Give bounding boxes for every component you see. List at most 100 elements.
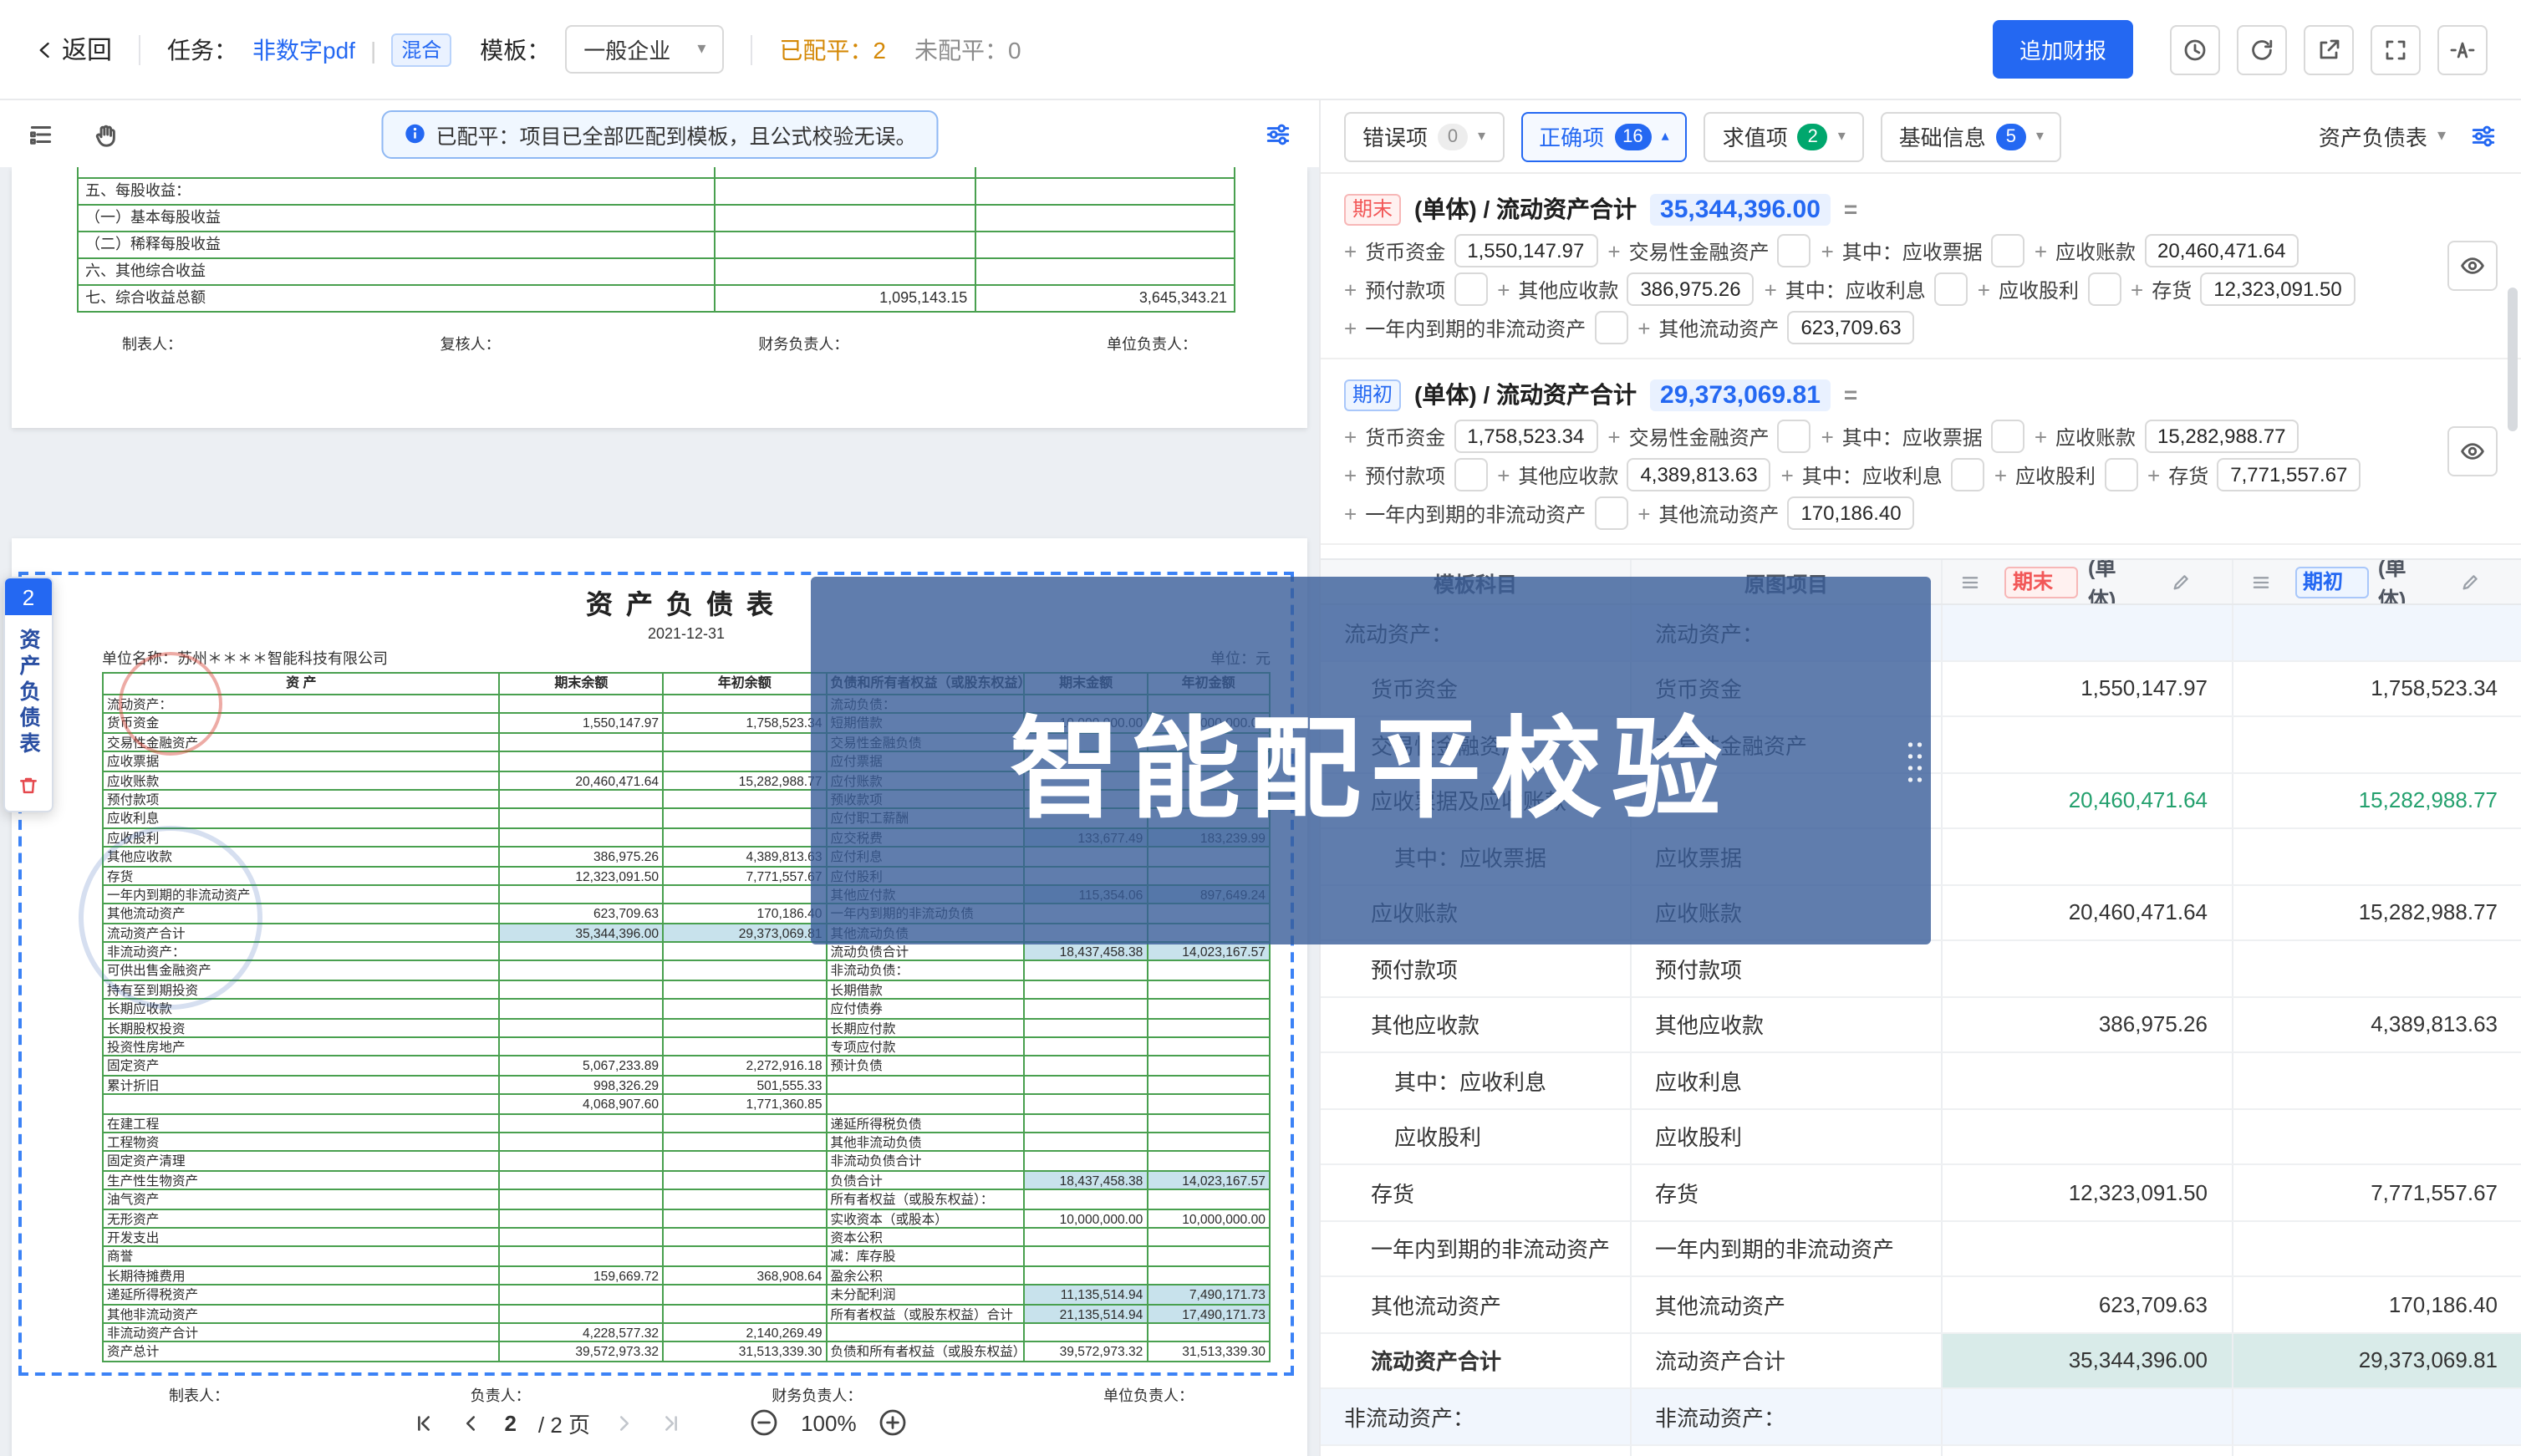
term-value-box[interactable]: 1,758,523.34 <box>1454 420 1597 453</box>
term-value-box[interactable] <box>1454 458 1487 491</box>
correct-count-badge: 16 <box>1614 123 1652 150</box>
outline-icon <box>27 120 55 148</box>
template-value: 一般企业 <box>583 33 670 65</box>
edit-column-button[interactable] <box>2459 571 2504 593</box>
sheet-selector[interactable]: 资产负债表 ▾ <box>2319 120 2446 152</box>
term-value-box[interactable] <box>1778 420 1811 453</box>
formula-term: + 其中：应收票据 <box>1821 234 2024 267</box>
back-button[interactable]: 返回 <box>33 32 112 67</box>
term-value-box[interactable]: 386,975.26 <box>1627 272 1754 306</box>
table-row[interactable]: 存货 存货 12,323,091.50 7,771,557.67 <box>1321 1165 2521 1221</box>
pan-tool-button[interactable] <box>92 120 120 148</box>
term-value-box[interactable]: 170,186.40 <box>1787 496 1914 530</box>
watermark-text: 智能配平校验 <box>1010 680 1732 841</box>
edit-column-button[interactable] <box>2169 571 2214 593</box>
term-value-box[interactable] <box>2087 272 2121 306</box>
app-root: 返回 任务： 非数字pdf | 混合 模板： 一般企业 ▾ 已配平：2 未配平：… <box>0 0 2521 1456</box>
formula-term: + 预付款项 <box>1344 458 1487 491</box>
balanced-status: 已配平：2 <box>779 33 886 66</box>
term-value-box[interactable] <box>1778 234 1811 267</box>
term-value-box[interactable]: 7,771,557.67 <box>2217 458 2361 491</box>
list-icon[interactable] <box>1959 571 2004 593</box>
filter-evaluated[interactable]: 求值项 2 ▾ <box>1704 111 1864 161</box>
plus-sign: + <box>2035 238 2047 263</box>
formula-term: + 存货 12,323,091.50 <box>2131 272 2355 306</box>
filter-correct[interactable]: 正确项 16 ▴ <box>1520 111 1688 161</box>
table-row[interactable]: 其他流动资产 其他流动资产 623,709.63 170,186.40 <box>1321 1277 2521 1333</box>
chevron-down-icon: ▾ <box>2437 127 2446 145</box>
locate-on-document-button[interactable] <box>2447 241 2498 291</box>
fullscreen-button[interactable] <box>2371 24 2421 74</box>
formula-scope: (单体) / 流动资产合计 <box>1414 378 1637 411</box>
table-row[interactable]: 应收股利 应收股利 <box>1321 1109 2521 1165</box>
mapping-settings-button[interactable] <box>2469 122 2498 150</box>
current-page[interactable]: 2 <box>504 1410 516 1435</box>
term-value-box[interactable]: 15,282,988.77 <box>2144 420 2299 453</box>
term-value-box[interactable]: 623,709.63 <box>1787 311 1914 344</box>
term-value-box[interactable] <box>1594 311 1627 344</box>
term-value-box[interactable] <box>1454 272 1487 306</box>
next-page-button[interactable] <box>612 1410 637 1435</box>
first-page-button[interactable] <box>410 1410 435 1435</box>
formula-term: + 交易性金融资产 <box>1607 234 1811 267</box>
formula-term: + 交易性金融资产 <box>1607 420 1811 453</box>
term-value-box[interactable] <box>1991 420 2024 453</box>
outline-tool-button[interactable] <box>27 120 55 148</box>
template-subject-cell: 预付款项 <box>1321 953 1458 985</box>
add-report-button[interactable]: 追加财报 <box>1993 20 2133 79</box>
plus-sign: + <box>1781 462 1794 487</box>
plus-sign: + <box>1765 277 1777 302</box>
closing-value-cell: 386,975.26 <box>2099 1012 2231 1037</box>
plus-sign: + <box>1607 238 1620 263</box>
locate-on-document-button[interactable] <box>2447 426 2498 476</box>
term-value-box[interactable] <box>1594 496 1627 530</box>
chevron-right-icon <box>612 1410 637 1435</box>
refresh-button[interactable] <box>2237 24 2287 74</box>
term-value-box[interactable] <box>1991 234 2024 267</box>
prev-page-button[interactable] <box>457 1410 482 1435</box>
drag-handle-icon[interactable] <box>1906 739 1924 782</box>
fullscreen-icon <box>2382 36 2409 63</box>
zoom-in-button[interactable] <box>879 1408 909 1438</box>
term-value-box[interactable] <box>2104 458 2137 491</box>
pencil-icon <box>2459 571 2481 593</box>
table-row[interactable]: 流动资产合计 流动资产合计 35,344,396.00 29,373,069.8… <box>1321 1333 2521 1389</box>
opening-value-cell: 4,389,813.63 <box>2371 1012 2521 1037</box>
formula-term: + 其他流动资产 170,186.40 <box>1637 496 1914 530</box>
table-row[interactable]: 其他应收款 其他应收款 386,975.26 4,389,813.63 <box>1321 997 2521 1053</box>
term-value-box[interactable]: 20,460,471.64 <box>2144 234 2299 267</box>
table-row[interactable]: 预付款项 预付款项 <box>1321 941 2521 997</box>
first-page-icon <box>410 1410 435 1435</box>
term-value-box[interactable]: 1,550,147.97 <box>1454 234 1597 267</box>
template-select[interactable]: 一般企业 ▾ <box>565 25 724 74</box>
sheet-tab-balance-sheet[interactable]: 2 资产负债表 <box>3 577 53 812</box>
last-page-button[interactable] <box>659 1410 684 1435</box>
scan-row: （一）基本每股收益 <box>79 206 1240 232</box>
formula-term: + 应收股利 <box>1994 458 2137 491</box>
balance-status-pill: 已配平：项目已全部匹配到模板，且公式校验无误。 <box>380 109 938 158</box>
table-row[interactable]: 可供出售金融资产 可供出售金融资产 <box>1321 1445 2521 1456</box>
term-value-box[interactable]: 12,323,091.50 <box>2200 272 2355 306</box>
task-separator: | <box>370 36 376 63</box>
term-value-box[interactable] <box>1951 458 1984 491</box>
filter-basic-info[interactable]: 基础信息 5 ▾ <box>1881 111 2062 161</box>
table-row[interactable]: 非流动资产： 非流动资产： <box>1321 1389 2521 1445</box>
closing-value-cell: 1,550,147.97 <box>2080 676 2231 701</box>
zoom-out-button[interactable] <box>749 1408 779 1438</box>
table-row[interactable]: 一年内到期的非流动资产 一年内到期的非流动资产 <box>1321 1221 2521 1277</box>
filter-errors[interactable]: 错误项 0 ▾ <box>1344 111 1504 161</box>
term-value-box[interactable] <box>1934 272 1968 306</box>
fit-width-button[interactable] <box>2437 24 2488 74</box>
table-row[interactable]: 其中：应收利息 应收利息 <box>1321 1053 2521 1109</box>
last-page-icon <box>659 1410 684 1435</box>
plus-sign: + <box>2035 424 2047 449</box>
export-button[interactable] <box>2304 24 2354 74</box>
delete-sheet-button[interactable] <box>17 765 40 810</box>
list-icon[interactable] <box>2249 571 2294 593</box>
mapping-settings-button[interactable] <box>1264 120 1292 148</box>
closing-value-cell: 35,344,396.00 <box>2069 1348 2231 1373</box>
scrollbar-thumb[interactable] <box>2508 288 2518 431</box>
term-value-box[interactable]: 4,389,813.63 <box>1627 458 1770 491</box>
balance-sheet-row: 资产总计 39,572,973.32 31,513,339.30 负债和所有者权… <box>104 1343 1271 1362</box>
history-button[interactable] <box>2170 24 2220 74</box>
